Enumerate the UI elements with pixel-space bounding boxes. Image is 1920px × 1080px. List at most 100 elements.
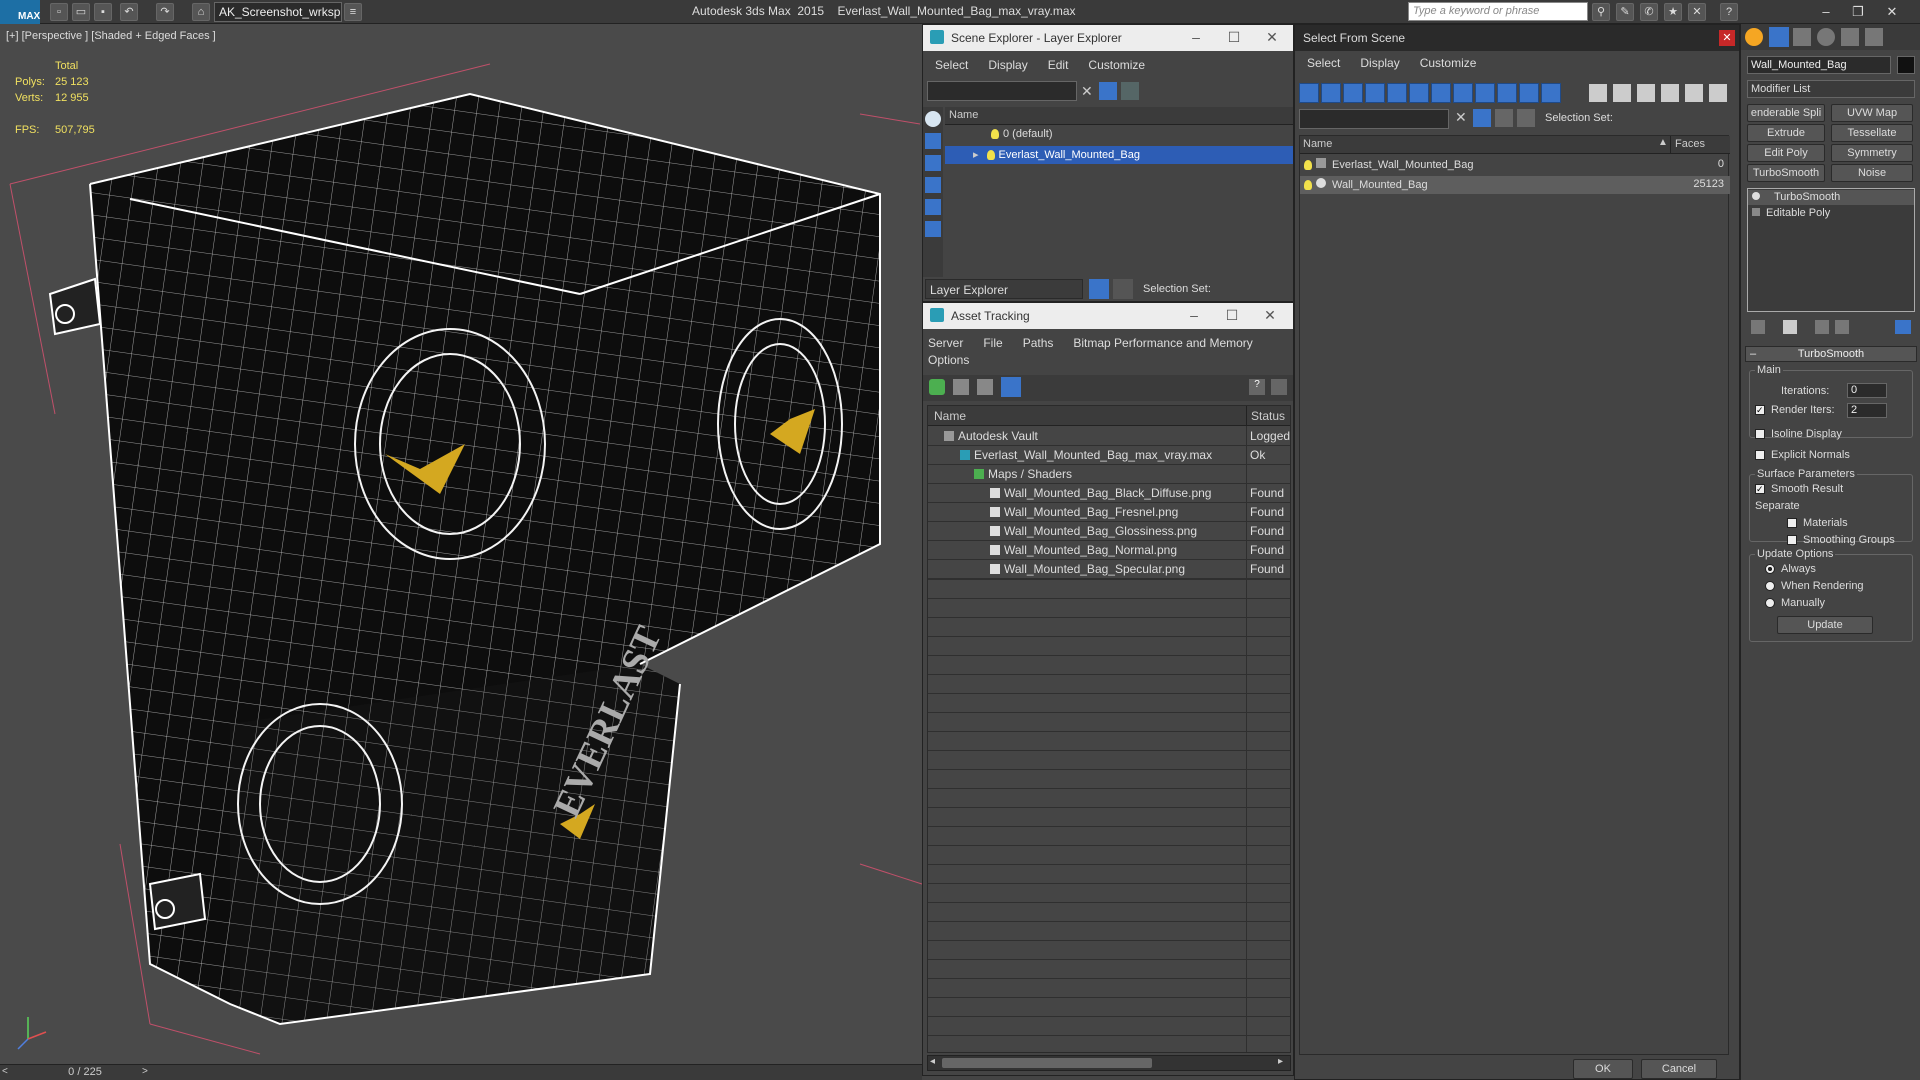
smoothing-groups-checkbox[interactable] bbox=[1787, 535, 1797, 545]
clear-search-icon[interactable]: ✕ bbox=[1455, 109, 1467, 126]
display-shapes-icon[interactable] bbox=[1321, 83, 1341, 103]
renderable-spline-button[interactable]: enderable Spli bbox=[1747, 104, 1825, 122]
hierarchy-mode-icon[interactable] bbox=[1113, 279, 1133, 299]
scene-explorer-titlebar[interactable]: Scene Explorer - Layer Explorer – ☐ ✕ bbox=[923, 25, 1293, 51]
noise-button[interactable]: Noise bbox=[1831, 164, 1913, 182]
new-file-icon[interactable]: ▫ bbox=[50, 3, 68, 21]
display-cameras-icon[interactable] bbox=[1365, 83, 1385, 103]
ok-button[interactable]: OK bbox=[1573, 1059, 1633, 1079]
stack-item-turbosmooth[interactable]: TurboSmooth bbox=[1748, 190, 1914, 205]
list-view-icon[interactable] bbox=[953, 379, 969, 395]
minimize-icon[interactable]: – bbox=[1814, 3, 1838, 21]
display-cameras-icon[interactable] bbox=[925, 199, 941, 215]
asset-col-status[interactable]: Status bbox=[1246, 406, 1290, 426]
expand-icon[interactable] bbox=[1752, 208, 1760, 216]
minimize-icon[interactable]: – bbox=[1181, 27, 1211, 47]
display-shapes-icon[interactable] bbox=[925, 155, 941, 171]
quick-access-menu-icon[interactable]: ≡ bbox=[344, 3, 362, 21]
visibility-icon[interactable] bbox=[1304, 180, 1312, 191]
hierarchy-list-icon[interactable] bbox=[1685, 84, 1703, 102]
asset-row[interactable]: Wall_Mounted_Bag_Black_Diffuse.png Found bbox=[928, 484, 1290, 503]
manually-radio[interactable] bbox=[1765, 598, 1775, 608]
time-slider[interactable]: < 0 / 225 > bbox=[0, 1064, 922, 1080]
show-end-result-icon[interactable] bbox=[1783, 320, 1797, 334]
asset-col-name[interactable]: Name bbox=[928, 406, 1246, 426]
stack-item-editable-poly[interactable]: Editable Poly bbox=[1748, 206, 1914, 221]
asset-tracking-titlebar[interactable]: Asset Tracking – ☐ ✕ bbox=[923, 303, 1293, 329]
layer-row-bag[interactable]: ▸ Everlast_Wall_Mounted_Bag bbox=[945, 146, 1293, 164]
redo-icon[interactable]: ↷ bbox=[156, 3, 174, 21]
restore-icon[interactable]: ❐ bbox=[1846, 3, 1870, 21]
always-radio[interactable] bbox=[1765, 564, 1775, 574]
layer-mode-icon[interactable] bbox=[1089, 279, 1109, 299]
menu-select[interactable]: Select bbox=[923, 55, 976, 72]
clear-search-icon[interactable]: ✕ bbox=[1081, 83, 1093, 100]
layer-visibility-icon[interactable] bbox=[986, 150, 995, 161]
display-lights-icon[interactable] bbox=[1343, 83, 1363, 103]
thumbnail-view-icon[interactable] bbox=[977, 379, 993, 395]
modify-tab-icon[interactable] bbox=[1769, 27, 1789, 47]
menu-edit[interactable]: Edit bbox=[1036, 55, 1077, 72]
funnel-icon[interactable] bbox=[1661, 84, 1679, 102]
close-icon[interactable]: ✕ bbox=[1257, 27, 1287, 47]
hierarchy-tab-icon[interactable] bbox=[1793, 28, 1811, 46]
update-button[interactable]: Update bbox=[1777, 616, 1873, 634]
close-icon[interactable]: ✕ bbox=[1880, 3, 1904, 21]
asset-row[interactable]: Everlast_Wall_Mounted_Bag_max_vray.max Ok bbox=[928, 446, 1290, 465]
asset-row[interactable]: Wall_Mounted_Bag_Normal.png Found bbox=[928, 541, 1290, 560]
asset-help-icon[interactable]: ? bbox=[1249, 379, 1265, 395]
workspace-dropdown[interactable]: AK_Screenshot_wrksp bbox=[214, 2, 342, 22]
select-from-scene-titlebar[interactable]: Select From Scene ✕ bbox=[1295, 25, 1739, 51]
asset-row[interactable]: Wall_Mounted_Bag_Specular.png Found bbox=[928, 560, 1290, 579]
open-file-icon[interactable]: ▭ bbox=[72, 3, 90, 21]
scroll-left-icon[interactable]: ◂ bbox=[930, 1056, 935, 1067]
favorites-icon[interactable]: ★ bbox=[1664, 3, 1682, 21]
next-frame-icon[interactable]: > bbox=[142, 1066, 148, 1077]
menu-customize[interactable]: Customize bbox=[1408, 53, 1485, 70]
asset-row[interactable]: Wall_Mounted_Bag_Fresnel.png Found bbox=[928, 503, 1290, 522]
display-none-icon[interactable] bbox=[925, 111, 941, 127]
maximize-icon[interactable]: ☐ bbox=[1217, 305, 1247, 325]
display-geometry-icon[interactable] bbox=[1299, 83, 1319, 103]
explicit-normals-checkbox[interactable] bbox=[1755, 450, 1765, 460]
display-tab-icon[interactable] bbox=[1841, 28, 1859, 46]
asset-row[interactable]: Maps / Shaders bbox=[928, 465, 1290, 484]
menu-display[interactable]: Display bbox=[1348, 53, 1407, 70]
render-iters-spinner[interactable]: 2 bbox=[1847, 403, 1887, 418]
minimize-icon[interactable]: – bbox=[1179, 305, 1209, 325]
collapse-all-icon[interactable] bbox=[1709, 84, 1727, 102]
table-view-icon[interactable] bbox=[1001, 377, 1021, 397]
help-icon[interactable]: ? bbox=[1720, 3, 1738, 21]
modifier-list-dropdown[interactable]: Modifier List bbox=[1747, 80, 1915, 98]
layer-row-default[interactable]: 0 (default) bbox=[945, 126, 1293, 144]
layers-icon[interactable] bbox=[1495, 109, 1513, 127]
select-all-icon[interactable] bbox=[1589, 84, 1607, 102]
scroll-thumb[interactable] bbox=[942, 1058, 1152, 1068]
perspective-viewport[interactable]: [+] [Perspective ] [Shaded + Edged Faces… bbox=[0, 24, 922, 1064]
binoculars-icon[interactable]: ⚲ bbox=[1592, 3, 1610, 21]
menu-paths[interactable]: Paths bbox=[1011, 333, 1062, 350]
menu-select[interactable]: Select bbox=[1295, 53, 1348, 70]
display-hidden-icon[interactable] bbox=[1541, 83, 1561, 103]
when-rendering-radio[interactable] bbox=[1765, 581, 1775, 591]
menu-options[interactable]: Options bbox=[928, 353, 969, 367]
menu-customize[interactable]: Customize bbox=[1076, 55, 1153, 72]
scene-explorer-search-input[interactable] bbox=[927, 81, 1077, 101]
modifier-on-icon[interactable] bbox=[1752, 192, 1760, 200]
sync-selection-icon[interactable] bbox=[1121, 82, 1139, 100]
communication-icon[interactable]: ✆ bbox=[1640, 3, 1658, 21]
isoline-display-checkbox[interactable] bbox=[1755, 429, 1765, 439]
display-helpers-icon[interactable] bbox=[1387, 83, 1407, 103]
save-icon[interactable]: ▪ bbox=[94, 3, 112, 21]
layer-list-header[interactable]: Name bbox=[945, 107, 1293, 125]
object-name-field[interactable]: Wall_Mounted_Bag bbox=[1747, 56, 1891, 74]
select-search-input[interactable] bbox=[1299, 109, 1449, 129]
menu-display[interactable]: Display bbox=[976, 55, 1035, 72]
turbosmooth-button[interactable]: TurboSmooth bbox=[1747, 164, 1825, 182]
expand-arrow-icon[interactable]: ▸ bbox=[973, 149, 979, 161]
iterations-spinner[interactable]: 0 bbox=[1847, 383, 1887, 398]
visibility-icon[interactable] bbox=[1304, 160, 1312, 171]
make-unique-icon[interactable] bbox=[1815, 320, 1829, 334]
menu-server[interactable]: Server bbox=[923, 333, 971, 350]
menu-bitmap-performance[interactable]: Bitmap Performance and Memory bbox=[1061, 333, 1260, 350]
